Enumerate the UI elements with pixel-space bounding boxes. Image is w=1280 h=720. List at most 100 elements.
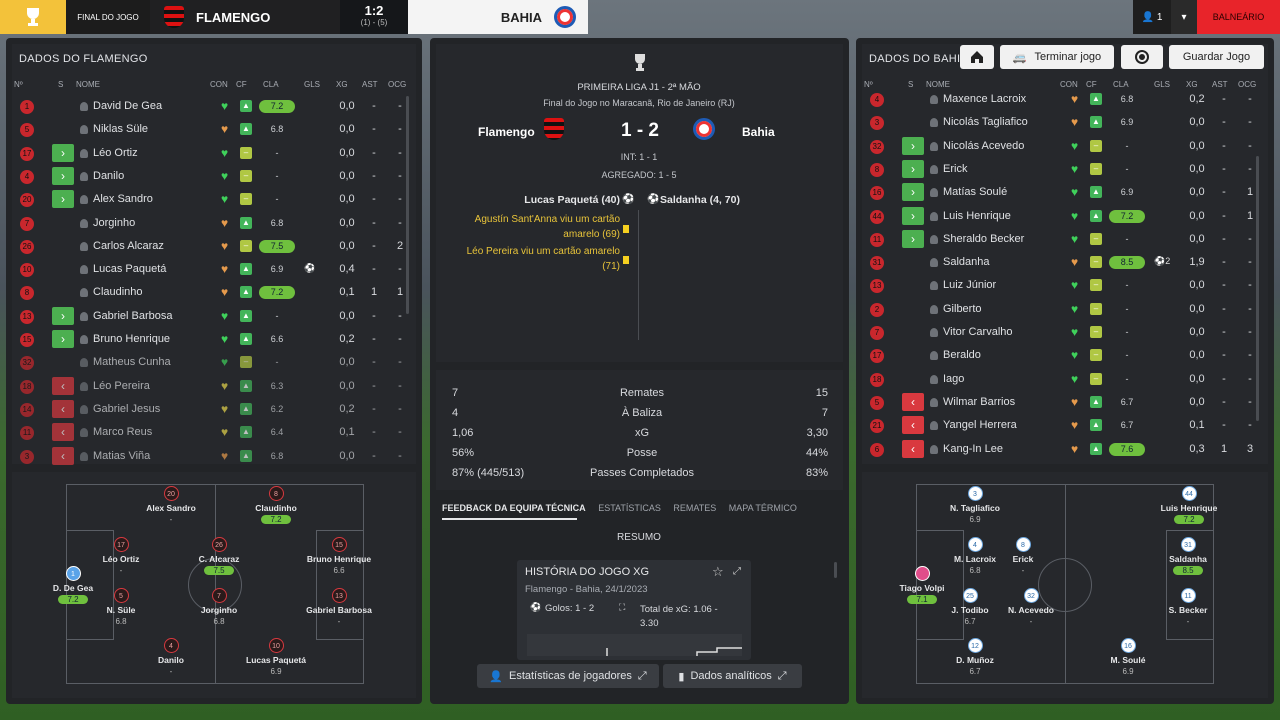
player-row[interactable]: 10 Lucas Paquetá ♥ ▲ 6.9 ⚽ 0,4 - - [14,258,406,281]
player-name[interactable]: Luiz Júnior [943,279,996,291]
scrollbar[interactable] [834,562,837,578]
player-name[interactable]: Léo Pereira [93,380,150,392]
column-header-xg[interactable]: XG [336,80,348,89]
player-row[interactable]: 44 › Luis Henrique ♥ ▲ 7.2 0,0 - 1 [864,205,1256,228]
player-name[interactable]: Nicolás Acevedo [943,140,1024,152]
player-name[interactable]: Kang-In Lee [943,443,1003,455]
star-icon[interactable]: ☆ [712,564,724,580]
player-row[interactable]: 32 › Nicolás Acevedo ♥ – - 0,0 - - [864,135,1256,158]
player-name[interactable]: Alex Sandro [93,193,153,205]
player-row[interactable]: 5 ‹ Wilmar Barrios ♥ ▲ 6.7 0,0 - - [864,391,1256,414]
player-name[interactable]: Carlos Alcaraz [93,240,164,252]
player-name[interactable]: Marco Reus [93,426,152,438]
player-name[interactable]: Jorginho [93,217,135,229]
lineup-player[interactable]: 44 Luis Henrique 7.2 [1144,486,1234,525]
column-header-cla[interactable]: CLA [263,80,279,89]
player-row[interactable]: 11 ‹ Marco Reus ♥ ▲ 6.4 0,1 - - [14,421,406,444]
player-name[interactable]: Vitor Carvalho [943,326,1013,338]
tab-mapa-termico[interactable]: MAPA TÉRMICO [729,503,797,513]
home-button[interactable] [960,45,994,69]
player-row[interactable]: 17 Beraldo ♥ – - 0,0 - - [864,344,1256,367]
lineup-player[interactable]: 26 C. Alcaraz 7.5 [174,537,264,576]
player-name[interactable]: Gabriel Barbosa [93,310,173,322]
player-name[interactable]: Beraldo [943,349,981,361]
lineup-player[interactable]: 15 Bruno Henrique 6.6 [294,537,384,576]
player-row[interactable]: 17 › Léo Ortiz ♥ – - 0,0 - - [14,142,406,165]
end-match-button[interactable]: 🚐 Terminar jogo [1000,45,1114,69]
lineup-player[interactable]: 4 Danilo - [126,638,216,677]
lineup-player[interactable]: 5 N. Süle 6.8 [76,588,166,627]
column-header-s[interactable]: S [58,80,63,89]
player-name[interactable]: Niklas Süle [93,123,148,135]
expand-icon[interactable]: ⤢ [733,566,741,577]
player-row[interactable]: 8 › Erick ♥ – - 0,0 - - [864,158,1256,181]
lineup-player[interactable]: 11 S. Becker - [1143,588,1233,627]
lineup-player[interactable]: 12 D. Muñoz 6.7 [930,638,1020,677]
player-row[interactable]: 20 › Alex Sandro ♥ – - 0,0 - - [14,188,406,211]
lineup-player[interactable]: 8 Erick - [978,537,1068,576]
column-header-con[interactable]: CON [210,80,228,89]
player-name[interactable]: Saldanha [943,256,990,268]
column-header-cf[interactable]: CF [236,80,247,89]
player-name[interactable]: Gabriel Jesus [93,403,160,415]
lineup-player[interactable]: 13 Gabriel Barbosa - [294,588,384,627]
player-row[interactable]: 5 Niklas Süle ♥ ▲ 6.8 0,0 - - [14,118,406,141]
player-name[interactable]: Erick [943,163,967,175]
player-row[interactable]: 1 David De Gea ♥ ▲ 7.2 0,0 - - [14,95,406,118]
player-stats-button[interactable]: 👤 Estatísticas de jogadores ⤢ [477,664,659,688]
lineup-player[interactable]: 20 Alex Sandro - [126,486,216,525]
player-name[interactable]: Yangel Herrera [943,419,1017,431]
player-row[interactable]: 26 Carlos Alcaraz ♥ –7.5 0,0 - 2 [14,235,406,258]
player-name[interactable]: Matias Viña [93,450,150,462]
player-name[interactable]: Iago [943,373,964,385]
player-name[interactable]: Nicolás Tagliafico [943,116,1028,128]
player-row[interactable]: 13 Luiz Júnior ♥ – - 0,0 - - [864,274,1256,297]
player-name[interactable]: Danilo [93,170,124,182]
player-row[interactable]: 3 Nicolás Tagliafico ♥ ▲ 6.9 0,0 - - [864,111,1256,134]
tab-feedback[interactable]: FEEDBACK DA EQUIPA TÉCNICA [442,503,586,513]
lineup-player[interactable]: 32 N. Acevedo - [986,588,1076,627]
player-name[interactable]: Gilberto [943,303,982,315]
player-name[interactable]: Léo Ortiz [93,147,138,159]
player-name[interactable]: Bruno Henrique [93,333,170,345]
player-row[interactable]: 13 › Gabriel Barbosa ♥ ▲ - 0,0 - - [14,305,406,328]
player-row[interactable]: 8 Claudinho ♥ ▲ 7.2 0,1 1 1 [14,281,406,304]
player-name[interactable]: Luis Henrique [943,210,1011,222]
player-row[interactable]: 18 ‹ Léo Pereira ♥ ▲ 6.3 0,0 - - [14,375,406,398]
balneario-button[interactable]: BALNEÁRIO [1197,0,1280,34]
player-row[interactable]: 32 Matheus Cunha ♥ – - 0,0 - - [14,351,406,374]
player-row[interactable]: 4 Maxence Lacroix ♥ ▲ 6.8 0,2 - - [864,88,1256,111]
player-row[interactable]: 14 ‹ Gabriel Jesus ♥ ▲ 6.2 0,2 - - [14,398,406,421]
away-team-header[interactable]: BAHIA [408,0,588,34]
lineup-player[interactable]: 3 N. Tagliafico 6.9 [930,486,1020,525]
player-name[interactable]: Lucas Paquetá [93,263,166,275]
column-header-gls[interactable]: GLS [304,80,320,89]
player-name[interactable]: Claudinho [93,286,143,298]
user-count[interactable]: 👤 1 [1133,0,1171,34]
player-name[interactable]: Matheus Cunha [93,356,171,368]
player-row[interactable]: 18 Iago ♥ – - 0,0 - - [864,368,1256,391]
player-row[interactable]: 2 Gilberto ♥ – - 0,0 - - [864,298,1256,321]
home-team-header[interactable]: FLAMENGO [150,0,340,34]
lineup-player[interactable]: 16 M. Soulé 6.9 [1083,638,1173,677]
player-name[interactable]: Wilmar Barrios [943,396,1015,408]
analytics-button[interactable]: ▮ Dados analíticos ⤢ [663,664,802,688]
lineup-player[interactable]: 8 Claudinho 7.2 [231,486,321,525]
column-header-ast[interactable]: AST [362,80,378,89]
player-name[interactable]: Matías Soulé [943,186,1007,198]
player-row[interactable]: 7 Vitor Carvalho ♥ – - 0,0 - - [864,321,1256,344]
column-header-name[interactable]: NOME [76,80,100,89]
chevron-down-icon[interactable]: ▾ [1171,0,1197,34]
tab-remates[interactable]: REMATES [673,503,716,513]
player-row[interactable]: 21 ‹ Yangel Herrera ♥ ▲ 6.7 0,1 - - [864,414,1256,437]
player-row[interactable]: 11 › Sheraldo Becker ♥ – - 0,0 - - [864,228,1256,251]
player-row[interactable]: 7 Jorginho ♥ ▲ 6.8 0,0 - - [14,212,406,235]
player-name[interactable]: Sheraldo Becker [943,233,1024,245]
lineup-player[interactable]: 31 Saldanha 8.5 [1143,537,1233,576]
player-row[interactable]: 4 › Danilo ♥ – - 0,0 - - [14,165,406,188]
player-row[interactable]: 15 › Bruno Henrique ♥ ▲ 6.6 0,2 - - [14,328,406,351]
column-header-ocg[interactable]: OCG [388,80,406,89]
record-button[interactable] [1121,45,1163,69]
player-name[interactable]: David De Gea [93,100,162,112]
save-game-button[interactable]: Guardar Jogo [1169,45,1264,69]
